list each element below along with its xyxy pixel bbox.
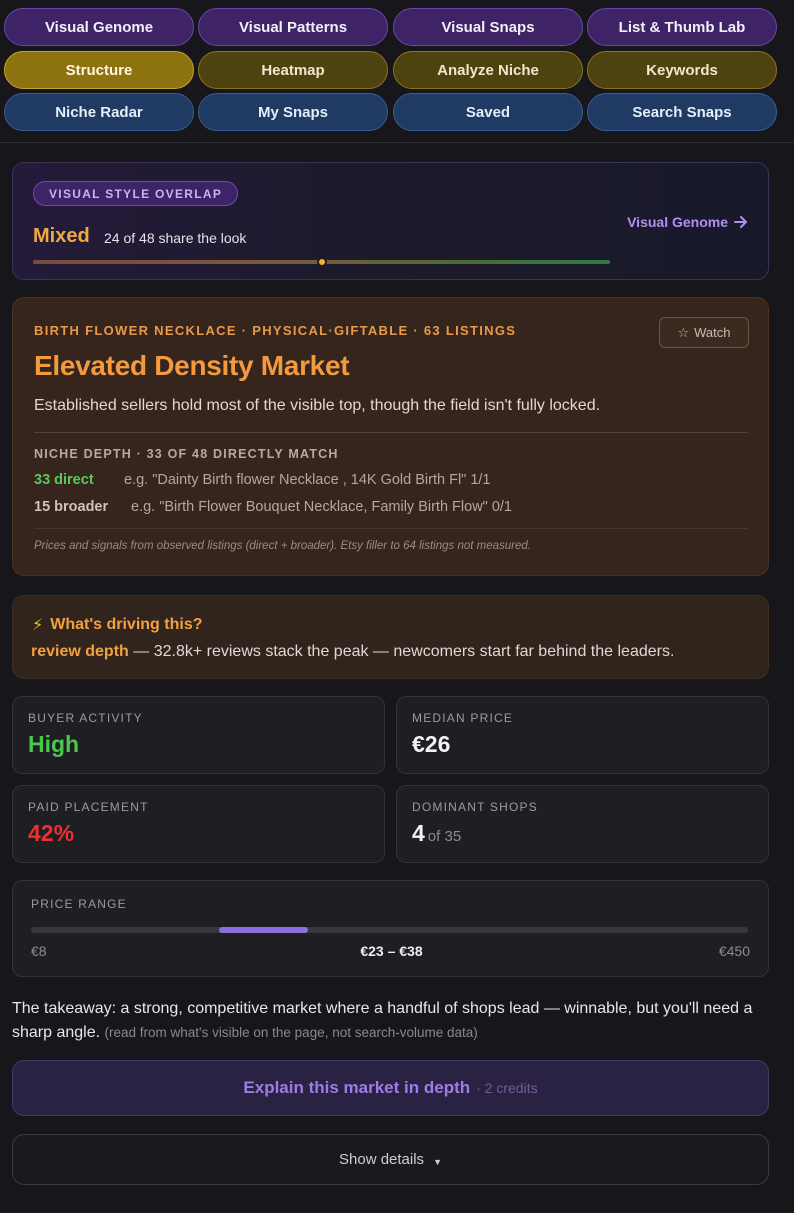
- lightning-icon: ⚡: [32, 617, 44, 634]
- market-headline: Elevated Density Market: [34, 350, 350, 381]
- nav-keywords[interactable]: Keywords: [587, 51, 777, 89]
- direct-example: e.g. "Dainty Birth flower Necklace , 14K…: [124, 472, 491, 488]
- broader-count: 15 broader: [34, 499, 109, 515]
- visual-genome-link-label: Visual Genome: [627, 214, 728, 230]
- dominant-shops-value: 4 of 35: [412, 820, 461, 847]
- explain-label: Explain this market in depth: [243, 1078, 471, 1097]
- arrow-right-icon: [734, 216, 747, 228]
- nav-search-snaps[interactable]: Search Snaps: [587, 93, 777, 131]
- overlap-share-text: 24 of 48 share the look: [104, 230, 247, 246]
- stat-label: DOMINANT SHOPS: [412, 800, 538, 814]
- stat-label: MEDIAN PRICE: [412, 711, 514, 725]
- nav-saved[interactable]: Saved: [393, 93, 583, 131]
- tool-nav: Visual Genome Visual Patterns Visual Sna…: [0, 0, 794, 143]
- buyer-activity-value: High: [28, 731, 80, 757]
- driver-question-text: What's driving this?: [50, 616, 203, 633]
- driver-term: review depth: [31, 643, 129, 660]
- price-range-bar: [31, 927, 748, 933]
- star-outline-icon: ☆: [677, 324, 690, 340]
- market-description: Established sellers hold most of the vis…: [34, 397, 601, 414]
- caret-down-icon: ▼: [433, 1156, 442, 1167]
- price-range-fill: [218, 927, 309, 933]
- market-driver-card: ⚡ What's driving this? review depth — 32…: [12, 595, 769, 679]
- show-details-button[interactable]: Show details ▼: [12, 1134, 769, 1185]
- nav-list-thumb-lab[interactable]: List & Thumb Lab: [587, 8, 777, 46]
- explain-credits: · 2 credits: [476, 1080, 538, 1096]
- market-density-card: BIRTH FLOWER NECKLACE · PHYSICAL·GIFTABL…: [12, 297, 769, 576]
- median-price-value: €26: [412, 731, 451, 757]
- broader-example: e.g. "Birth Flower Bouquet Necklace, Fam…: [131, 499, 512, 515]
- nav-niche-radar[interactable]: Niche Radar: [4, 93, 194, 131]
- takeaway: The takeaway: a strong, competitive mark…: [12, 997, 772, 1045]
- driver-question: ⚡ What's driving this?: [32, 615, 202, 635]
- divider: [34, 432, 748, 433]
- takeaway-disclaimer: (read from what's visible on the page, n…: [104, 1025, 478, 1040]
- nav-structure[interactable]: Structure: [4, 51, 194, 89]
- direct-count: 33 direct: [34, 472, 94, 488]
- nav-my-snaps[interactable]: My Snaps: [198, 93, 388, 131]
- price-max: €450: [718, 943, 750, 959]
- stat-label: PAID PLACEMENT: [28, 800, 149, 814]
- stat-label: BUYER ACTIVITY: [28, 711, 143, 725]
- nav-visual-snaps[interactable]: Visual Snaps: [393, 8, 583, 46]
- nav-visual-genome[interactable]: Visual Genome: [4, 8, 194, 46]
- driver-text: — 32.8k+ reviews stack the peak — newcom…: [128, 643, 675, 660]
- overlap-tag: VISUAL STYLE OVERLAP: [33, 181, 239, 206]
- visual-style-overlap-card: VISUAL STYLE OVERLAP Mixed 24 of 48 shar…: [12, 162, 769, 280]
- paid-placement-value: 42%: [28, 820, 75, 846]
- price-typical-range: €23 – €38: [360, 943, 423, 959]
- driver-answer: review depth — 32.8k+ reviews stack the …: [31, 643, 674, 661]
- nav-analyze-niche[interactable]: Analyze Niche: [393, 51, 583, 89]
- explain-market-button[interactable]: Explain this market in depth · 2 credits: [12, 1060, 769, 1116]
- divider: [34, 528, 748, 529]
- overlap-marker: [316, 257, 327, 267]
- data-source-note: Prices and signals from observed listing…: [34, 540, 531, 552]
- price-range-card: PRICE RANGE €8 €23 – €38 €450: [12, 880, 769, 977]
- niche-eyebrow: BIRTH FLOWER NECKLACE · PHYSICAL·GIFTABL…: [34, 323, 517, 338]
- dominant-shops-count: 4: [412, 820, 425, 846]
- dominant-shops-total: of 35: [427, 828, 462, 845]
- median-price-tile: MEDIAN PRICE €26: [396, 696, 769, 774]
- paid-placement-tile: PAID PLACEMENT 42%: [12, 785, 385, 863]
- watch-label: Watch: [694, 325, 731, 340]
- nav-visual-patterns[interactable]: Visual Patterns: [198, 8, 388, 46]
- dominant-shops-tile: DOMINANT SHOPS 4 of 35: [396, 785, 769, 863]
- show-details-label: Show details: [339, 1151, 425, 1168]
- overlap-level: Mixed: [33, 225, 90, 247]
- watch-button[interactable]: ☆ Watch: [659, 317, 749, 348]
- niche-depth-title: NICHE DEPTH · 33 OF 48 DIRECTLY MATCH: [34, 447, 339, 461]
- visual-genome-link[interactable]: Visual Genome: [627, 214, 748, 230]
- direct-match-row: 33 direct e.g. "Dainty Birth flower Neck…: [34, 472, 491, 488]
- nav-heatmap[interactable]: Heatmap: [198, 51, 388, 89]
- price-range-label: PRICE RANGE: [31, 897, 127, 911]
- broader-match-row: 15 broader e.g. "Birth Flower Bouquet Ne…: [34, 499, 512, 515]
- buyer-activity-tile: BUYER ACTIVITY High: [12, 696, 385, 774]
